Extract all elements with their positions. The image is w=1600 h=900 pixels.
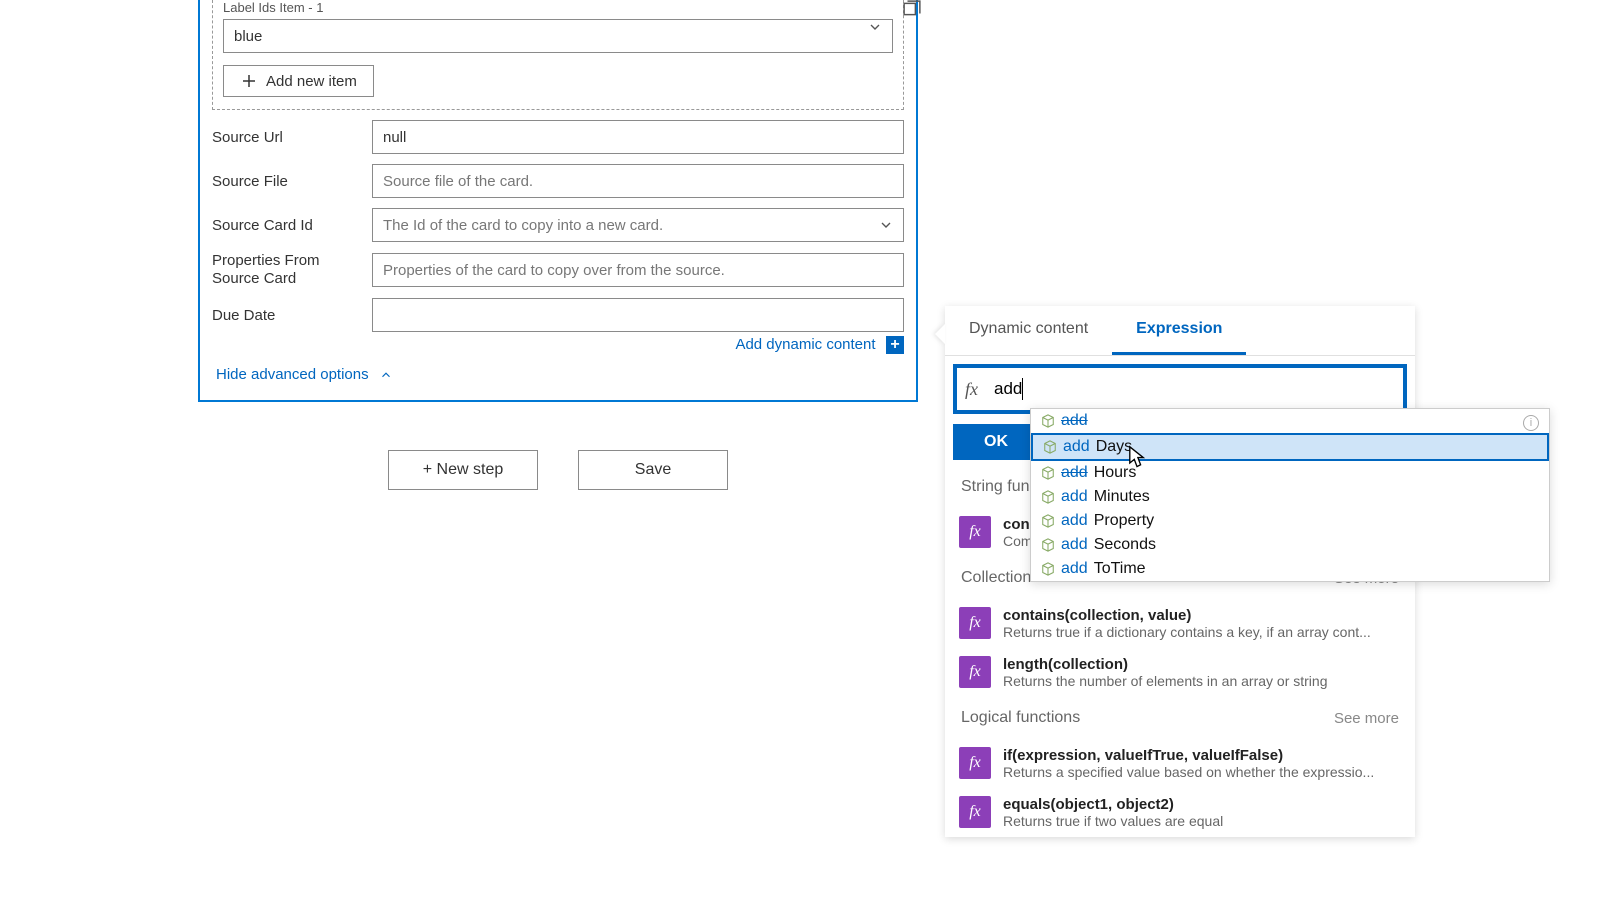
label-ids-value: blue [234, 28, 262, 45]
source-url-input[interactable]: null [372, 120, 904, 154]
plus-icon [240, 72, 258, 90]
fx-tile-icon: fx [959, 796, 991, 828]
cube-icon [1043, 440, 1057, 454]
source-card-id-label: Source Card Id [212, 217, 372, 234]
cursor-icon [1128, 445, 1146, 469]
fx-tile-icon: fx [959, 747, 991, 779]
add-dynamic-content-link[interactable]: Add dynamic content [735, 336, 875, 353]
cube-icon [1041, 490, 1055, 504]
source-card-id-dropdown[interactable]: The Id of the card to copy into a new ca… [372, 208, 904, 242]
fx-icon: fx [965, 379, 978, 400]
see-more-logical[interactable]: See more [1334, 710, 1399, 727]
cube-icon [1041, 466, 1055, 480]
new-step-button[interactable]: + New step [388, 450, 538, 490]
label-ids-caption: Label Ids Item - 1 [223, 0, 893, 15]
tab-expression[interactable]: Expression [1112, 306, 1246, 355]
fn-equals[interactable]: fx equals(object1, object2) Returns true… [945, 788, 1415, 837]
due-date-label: Due Date [212, 307, 372, 324]
autocomplete-popup: i addaddDaysaddHoursaddMinutesaddPropert… [1030, 408, 1550, 582]
fx-tile-icon: fx [959, 607, 991, 639]
autocomplete-item-addtotime[interactable]: addToTime [1031, 557, 1549, 581]
source-file-label: Source File [212, 173, 372, 190]
hide-advanced-toggle[interactable]: Hide advanced options [216, 366, 393, 383]
add-dynamic-plus-icon[interactable]: + [886, 336, 904, 354]
fn-if[interactable]: fx if(expression, valueIfTrue, valueIfFa… [945, 739, 1415, 788]
flyout-tabs: Dynamic content Expression [945, 306, 1415, 356]
cube-icon [1041, 538, 1055, 552]
fx-tile-icon: fx [959, 656, 991, 688]
autocomplete-item-add[interactable]: add [1031, 409, 1549, 433]
props-source-label: Properties From Source Card [212, 252, 372, 288]
ok-button[interactable]: OK [953, 424, 1039, 460]
tab-dynamic-content[interactable]: Dynamic content [945, 306, 1112, 355]
info-icon[interactable]: i [1523, 415, 1539, 431]
flyout-caret-icon [935, 324, 945, 344]
action-card-panel: Label Ids Item - 1 blue Add new item Sou… [198, 0, 918, 402]
fx-tile-icon: fx [959, 516, 991, 548]
add-new-item-button[interactable]: Add new item [223, 65, 374, 97]
chevron-up-icon [379, 368, 393, 382]
label-ids-group: Label Ids Item - 1 blue Add new item [212, 0, 904, 110]
label-ids-dropdown[interactable]: blue [223, 19, 893, 53]
fn-length[interactable]: fx length(collection) Returns the number… [945, 648, 1415, 697]
autocomplete-item-adddays[interactable]: addDays [1031, 433, 1549, 461]
props-source-input[interactable]: Properties of the card to copy over from… [372, 253, 904, 287]
expression-input[interactable]: add [994, 378, 1395, 400]
fn-contains[interactable]: fx contains(collection, value) Returns t… [945, 599, 1415, 648]
workflow-footer-buttons: + New step Save [198, 450, 918, 490]
chevron-down-icon [878, 217, 894, 233]
autocomplete-item-addproperty[interactable]: addProperty [1031, 509, 1549, 533]
autocomplete-item-addhours[interactable]: addHours [1031, 461, 1549, 485]
autocomplete-item-addseconds[interactable]: addSeconds [1031, 533, 1549, 557]
add-new-item-label: Add new item [266, 73, 357, 90]
cube-icon [1041, 514, 1055, 528]
source-url-label: Source Url [212, 129, 372, 146]
cube-icon [1041, 562, 1055, 576]
chevron-down-icon [867, 19, 883, 35]
expression-input-wrapper: fx add [953, 364, 1407, 414]
save-button[interactable]: Save [578, 450, 728, 490]
due-date-input[interactable] [372, 298, 904, 332]
cube-icon [1041, 414, 1055, 428]
autocomplete-item-addminutes[interactable]: addMinutes [1031, 485, 1549, 509]
switch-array-icon[interactable] [903, 0, 921, 18]
section-logical: Logical functions See more [945, 697, 1415, 739]
source-file-input[interactable]: Source file of the card. [372, 164, 904, 198]
